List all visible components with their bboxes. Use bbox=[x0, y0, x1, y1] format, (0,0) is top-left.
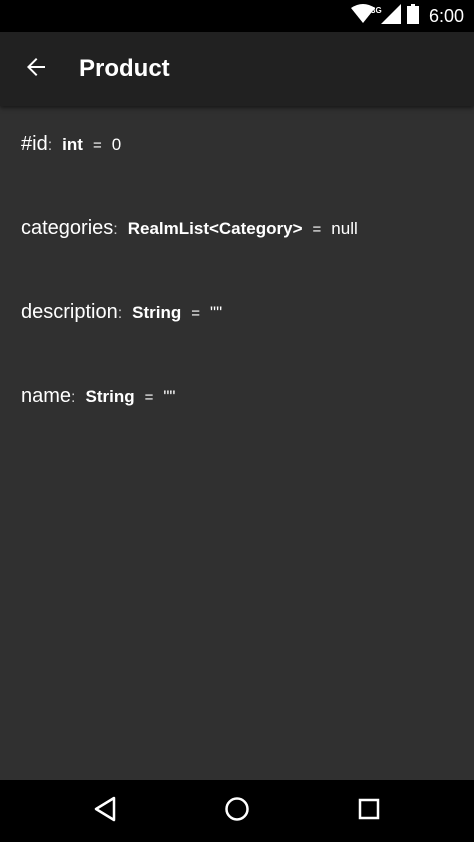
field-colon: : bbox=[47, 137, 53, 154]
signal-icon bbox=[380, 3, 401, 29]
field-equals: = bbox=[144, 389, 154, 406]
arrow-back-icon bbox=[24, 55, 48, 84]
field-colon: : bbox=[71, 389, 76, 406]
field-type: String bbox=[132, 303, 182, 322]
field-name: categories bbox=[21, 217, 114, 239]
screen: 3G 6:00 Product #id: int = 0 categories… bbox=[0, 0, 474, 842]
field-value: "" bbox=[210, 303, 223, 322]
field-row-name[interactable]: name : String = "" bbox=[21, 385, 175, 415]
field-name: description bbox=[21, 301, 118, 323]
field-value: null bbox=[331, 219, 358, 238]
field-equals: = bbox=[191, 305, 201, 322]
field-type: RealmList<Category> bbox=[127, 219, 303, 238]
field-row-categories[interactable]: categories : RealmList<Category> = null bbox=[21, 217, 358, 247]
status-time: 6:00 bbox=[428, 5, 464, 26]
page-title: Product bbox=[79, 55, 170, 82]
field-colon: : bbox=[113, 221, 118, 238]
field-row-id[interactable]: #id : int = 0 bbox=[21, 133, 121, 163]
app-bar: Product bbox=[0, 32, 474, 106]
field-equals: = bbox=[92, 137, 102, 154]
field-type: String bbox=[85, 387, 135, 406]
back-triangle-icon bbox=[93, 796, 117, 827]
back-button[interactable] bbox=[16, 49, 56, 89]
status-bar: 3G 6:00 bbox=[0, 0, 474, 32]
wifi-icon bbox=[350, 3, 375, 29]
status-icons: 6:00 bbox=[350, 0, 464, 32]
system-nav-bar bbox=[0, 780, 474, 842]
field-row-description[interactable]: description : String = "" bbox=[21, 301, 222, 331]
field-value: 0 bbox=[111, 135, 122, 154]
field-equals: = bbox=[312, 221, 322, 238]
home-circle-icon bbox=[224, 796, 250, 827]
field-name: #id bbox=[21, 133, 48, 155]
nav-recents-button[interactable] bbox=[349, 791, 389, 831]
nav-back-button[interactable] bbox=[85, 791, 125, 831]
field-type: int bbox=[62, 135, 83, 154]
nav-home-button[interactable] bbox=[217, 791, 257, 831]
field-colon: : bbox=[117, 305, 123, 322]
battery-icon bbox=[406, 3, 419, 29]
field-name: name bbox=[21, 385, 72, 407]
field-value: "" bbox=[163, 387, 176, 406]
recents-square-icon bbox=[357, 797, 381, 826]
